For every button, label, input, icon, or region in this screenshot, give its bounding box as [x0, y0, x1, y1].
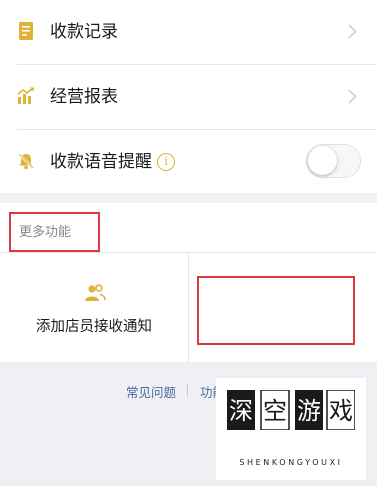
chevron-right-icon [348, 24, 357, 39]
highlight-box [9, 212, 100, 252]
voice-alert-label: 收款语音提醒 [50, 152, 152, 172]
watermark-logo: 深 空 游 戏 SHENKONGYOUXI [216, 378, 366, 480]
add-staff-notify-label: 添加店员接收通知 [36, 319, 152, 335]
records-row[interactable]: 收款记录 [0, 0, 377, 64]
highlight-box [197, 276, 355, 345]
faq-link[interactable]: 常见问题 [126, 382, 176, 401]
info-icon[interactable]: i [157, 153, 175, 171]
divider [187, 384, 188, 397]
divider [188, 253, 189, 363]
report-row[interactable]: 经营报表 [0, 65, 377, 129]
watermark-characters: 深 空 游 戏 [227, 390, 355, 430]
features-grid: 添加店员接收通知 [0, 252, 377, 363]
toggle-knob [308, 146, 337, 175]
watermark-char-1: 深 [229, 397, 253, 425]
bell-off-icon [18, 153, 34, 170]
add-staff-notify-tile[interactable]: 添加店员接收通知 [0, 253, 188, 363]
watermark-subtitle: SHENKONGYOUXI [239, 458, 343, 467]
watermark-char-2: 空 [263, 397, 287, 425]
watermark-char-4: 戏 [329, 397, 353, 425]
users-icon [85, 284, 106, 301]
watermark-char-3: 游 [297, 397, 321, 425]
voice-alert-toggle[interactable] [306, 144, 361, 178]
menu-card: 收款记录 经营报表 收款语音提醒 i [0, 0, 377, 193]
records-label: 收款记录 [50, 22, 118, 42]
chart-icon [17, 87, 34, 104]
document-icon [19, 22, 33, 40]
chevron-right-icon [348, 89, 357, 104]
more-features-header: 更多功能 [0, 203, 377, 252]
report-label: 经营报表 [50, 87, 118, 107]
